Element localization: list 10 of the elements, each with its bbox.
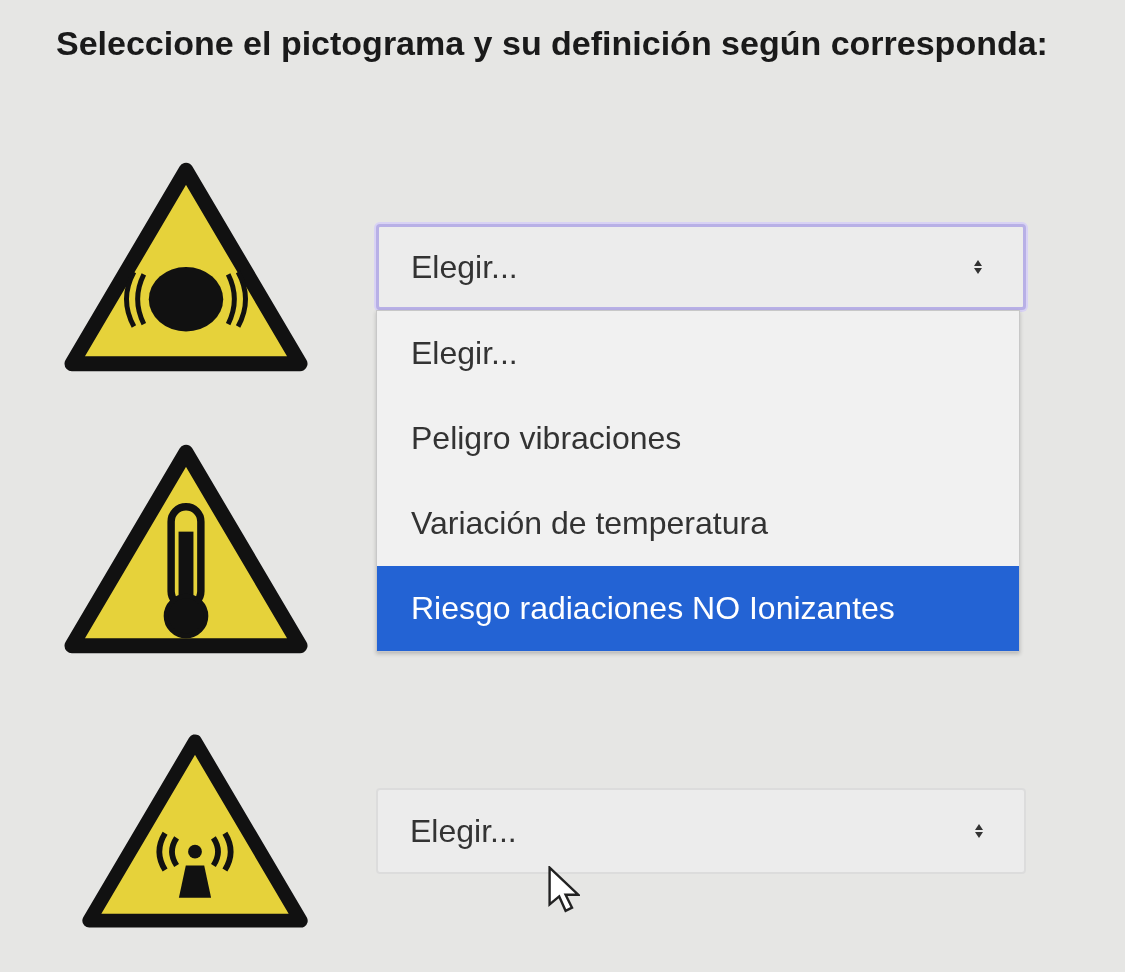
dropdown-select[interactable]: Elegir... xyxy=(376,788,1026,874)
dropdown-option[interactable]: Elegir... xyxy=(377,311,1019,396)
mouse-pointer-icon xyxy=(548,866,580,914)
sort-arrows-icon xyxy=(973,259,983,275)
sort-arrows-icon xyxy=(974,823,984,839)
question-text: Seleccione el pictograma y su definición según corresponda: xyxy=(55,23,1049,64)
dropdown-select[interactable]: Elegir... xyxy=(376,224,1026,310)
dropdown-option[interactable]: Riesgo radiaciones NO Ionizantes xyxy=(377,566,1019,651)
dropdown-option[interactable]: Peligro vibraciones xyxy=(377,396,1019,481)
dropdown-option[interactable]: Variación de temperatura xyxy=(377,481,1019,566)
